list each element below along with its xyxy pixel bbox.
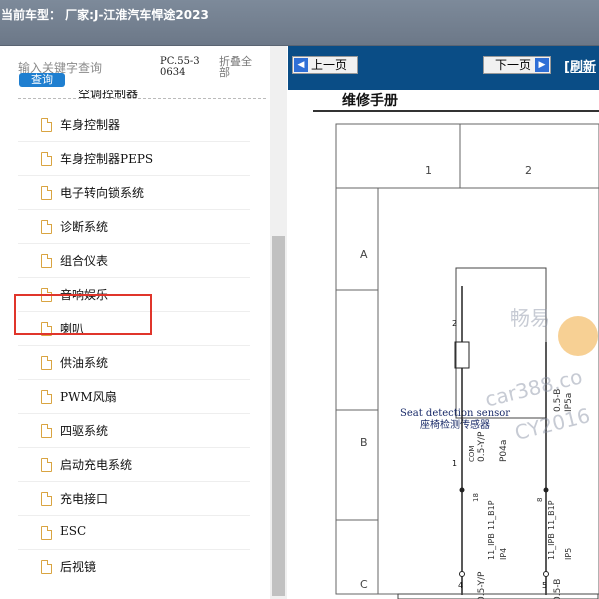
left-panel: 输入关键字查询 查询 PC.55-30634 折叠全部 空调控制器 车身控制器 … xyxy=(0,46,287,599)
document-icon xyxy=(41,526,52,540)
tree-item-label: 车身控制器 xyxy=(60,118,121,132)
tree-item-label: 组合仪表 xyxy=(60,254,109,268)
document-viewer: ◀ 上一页 下一页 ▶ [刷新 维修手册 1 2 A B C 2 Seat de… xyxy=(288,46,599,599)
tree-item-label: ESC xyxy=(60,524,87,538)
row-label: A xyxy=(360,248,368,261)
tree-item-label: 充电接口 xyxy=(60,492,109,506)
connector-pin xyxy=(459,487,465,493)
wire-label: 0.5-Y/P xyxy=(477,431,487,462)
pin-label: 1 xyxy=(452,459,457,468)
pin-number: 8 xyxy=(536,498,544,502)
document-icon xyxy=(41,220,52,234)
next-page-label: 下一页 xyxy=(495,58,532,72)
tree-item-label: 诊断系统 xyxy=(60,220,109,234)
fold-all-link[interactable]: 折叠全部 xyxy=(219,56,259,78)
tree-item[interactable]: 供油系统 xyxy=(18,346,250,380)
arrow-right-icon: ▶ xyxy=(535,58,549,72)
pin-label: 2 xyxy=(452,319,457,328)
prev-page-label: 上一页 xyxy=(311,58,348,72)
watermark: 畅易 xyxy=(510,306,550,330)
refresh-link[interactable]: [刷新 xyxy=(564,56,596,75)
tree-item-selected[interactable]: 组合仪表 xyxy=(18,244,250,278)
document-icon xyxy=(41,118,52,132)
wire-label: COM xyxy=(468,446,476,462)
column-label: 1 xyxy=(425,164,432,177)
tree-item-label: 电子转向锁系统 xyxy=(60,186,145,200)
document-icon xyxy=(41,254,52,268)
sensor-name-cn: 座椅检测传感器 xyxy=(420,418,490,431)
tree-item[interactable]: 充电接口 xyxy=(18,482,250,516)
tree-item-label: 启动充电系统 xyxy=(60,458,133,472)
connector-ref: IP5 xyxy=(564,548,573,560)
logo-watermark xyxy=(558,316,598,356)
wire-label: 0.5-Y/P xyxy=(477,571,487,599)
connector-label: 11_IPB xyxy=(547,533,556,560)
query-button[interactable]: 查询 xyxy=(19,73,65,87)
tree-item[interactable]: 启动充电系统 xyxy=(18,448,250,482)
pin-number: 4 xyxy=(458,581,463,590)
document-icon xyxy=(41,152,52,166)
viewer-toolbar: ◀ 上一页 下一页 ▶ [刷新 xyxy=(288,46,599,90)
tree-item[interactable]: PWM风扇 xyxy=(18,380,250,414)
document-icon xyxy=(41,186,52,200)
tree-item[interactable]: 四驱系统 xyxy=(18,414,250,448)
arrow-left-icon: ◀ xyxy=(294,58,308,72)
document-icon xyxy=(41,390,52,404)
tree-item-label: 供油系统 xyxy=(60,356,109,370)
tree-item[interactable]: 诊断系统 xyxy=(18,210,250,244)
next-page-button[interactable]: 下一页 ▶ xyxy=(483,56,551,74)
row-label: C xyxy=(360,578,368,591)
connector-label: 11_B1P xyxy=(547,500,556,530)
lower-box xyxy=(397,593,599,599)
document-icon xyxy=(41,560,52,574)
sensor-symbol xyxy=(454,341,470,369)
pin-number: 5 xyxy=(542,581,547,590)
document-icon xyxy=(41,458,52,472)
tree-item-label: PWM风扇 xyxy=(60,390,117,404)
title-bar: 当前车型： 厂家:J-江淮汽车悍途2023 xyxy=(0,0,599,46)
document-code: PC.55-30634 xyxy=(160,56,200,78)
tree-item-label: 车身控制器PEPS xyxy=(60,152,154,166)
scrollbar-thumb[interactable] xyxy=(272,236,285,596)
tree-item[interactable]: 车身控制器PEPS xyxy=(18,142,250,176)
vertical-scrollbar[interactable] xyxy=(270,46,287,599)
document-icon xyxy=(41,492,52,506)
connector-pin xyxy=(543,571,549,577)
document-icon xyxy=(41,356,52,370)
selection-highlight-box xyxy=(14,294,152,335)
tree-item[interactable]: 车身控制器 xyxy=(18,108,250,142)
connector-ref: IP4 xyxy=(499,548,508,560)
tree-item-partial[interactable]: 空调控制器 xyxy=(18,90,250,100)
row-label: B xyxy=(360,436,368,449)
connector-label: 11_B1P xyxy=(487,500,496,530)
current-vehicle-label: 当前车型： 厂家:J-江淮汽车悍途2023 xyxy=(1,8,209,22)
tree-item-label: 空调控制器 xyxy=(78,90,139,100)
column-label: 2 xyxy=(525,164,532,177)
pin-number: 18 xyxy=(472,493,480,502)
tree-item[interactable]: 后视镜 xyxy=(18,550,250,584)
tree-item[interactable]: ESC xyxy=(18,516,250,550)
tree-item[interactable]: 电子转向锁系统 xyxy=(18,176,250,210)
diagram-frame xyxy=(335,123,599,595)
connector-pin xyxy=(459,571,465,577)
document-icon xyxy=(41,424,52,438)
connector-pin xyxy=(543,487,549,493)
connector-ref: P04a xyxy=(499,440,509,462)
wire-label: 0.5-B xyxy=(553,579,563,599)
connector-label: 11_IPB xyxy=(487,533,496,560)
tree-item-label: 后视镜 xyxy=(60,560,97,574)
prev-page-button[interactable]: ◀ 上一页 xyxy=(292,56,358,74)
wiring-diagram: 1 2 A B C 2 Seat detection sensor 座椅检测传感… xyxy=(335,123,599,599)
tree-item-label: 四驱系统 xyxy=(60,424,109,438)
